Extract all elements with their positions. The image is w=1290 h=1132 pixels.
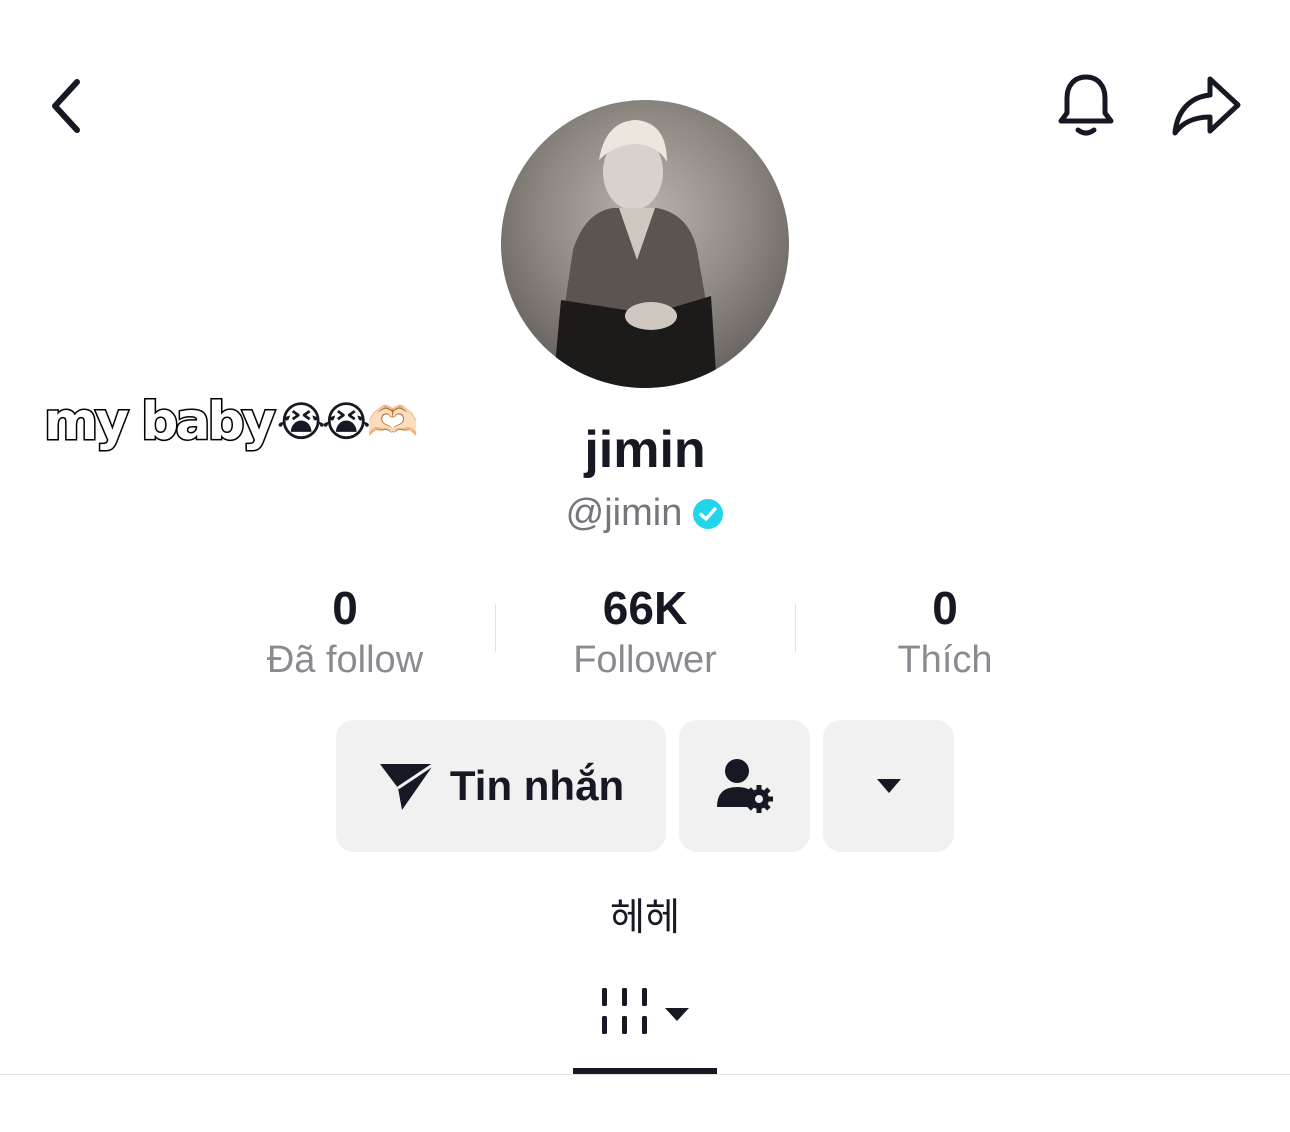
bell-icon <box>1058 74 1114 136</box>
avatar[interactable] <box>501 100 789 388</box>
stat-value: 66K <box>602 582 688 634</box>
stat-label: Đã follow <box>266 639 424 681</box>
profile-stats: 0 Đã follow 66K Follower 0 Thích <box>195 580 1095 684</box>
notification-button[interactable] <box>1050 68 1122 144</box>
username-handle: @jimin <box>565 492 683 534</box>
handle-row: @jimin <box>0 492 1290 535</box>
tab-divider <box>0 1074 1290 1075</box>
message-button[interactable]: Tin nhắn <box>336 720 666 852</box>
verified-badge-icon <box>693 498 724 529</box>
stat-likes[interactable]: 0 Thích <box>795 580 1095 684</box>
stat-label: Thích <box>897 639 993 681</box>
user-gear-icon <box>716 759 773 813</box>
share-arrow-icon <box>1172 76 1241 136</box>
stat-value: 0 <box>332 582 358 634</box>
share-button[interactable] <box>1166 68 1246 144</box>
caret-down-icon <box>876 779 901 793</box>
stat-following[interactable]: 0 Đã follow <box>195 580 495 684</box>
profile-actions: Tin nhắn <box>336 720 954 852</box>
message-button-label: Tin nhắn <box>449 762 625 809</box>
stat-label: Follower <box>573 639 717 681</box>
friend-settings-button[interactable] <box>679 720 810 852</box>
back-button[interactable] <box>34 70 100 142</box>
grid-videos-icon <box>602 988 647 1034</box>
avatar-photo <box>553 120 717 388</box>
chevron-left-icon <box>52 79 80 133</box>
send-icon <box>379 762 435 810</box>
stat-value: 0 <box>932 582 958 634</box>
profile-bio: 헤헤 <box>610 895 680 939</box>
more-options-button[interactable] <box>823 720 954 852</box>
tab-videos[interactable] <box>573 980 717 1076</box>
display-name: jimin <box>584 421 706 479</box>
caret-down-icon <box>665 1008 689 1021</box>
stat-followers[interactable]: 66K Follower <box>495 580 795 684</box>
